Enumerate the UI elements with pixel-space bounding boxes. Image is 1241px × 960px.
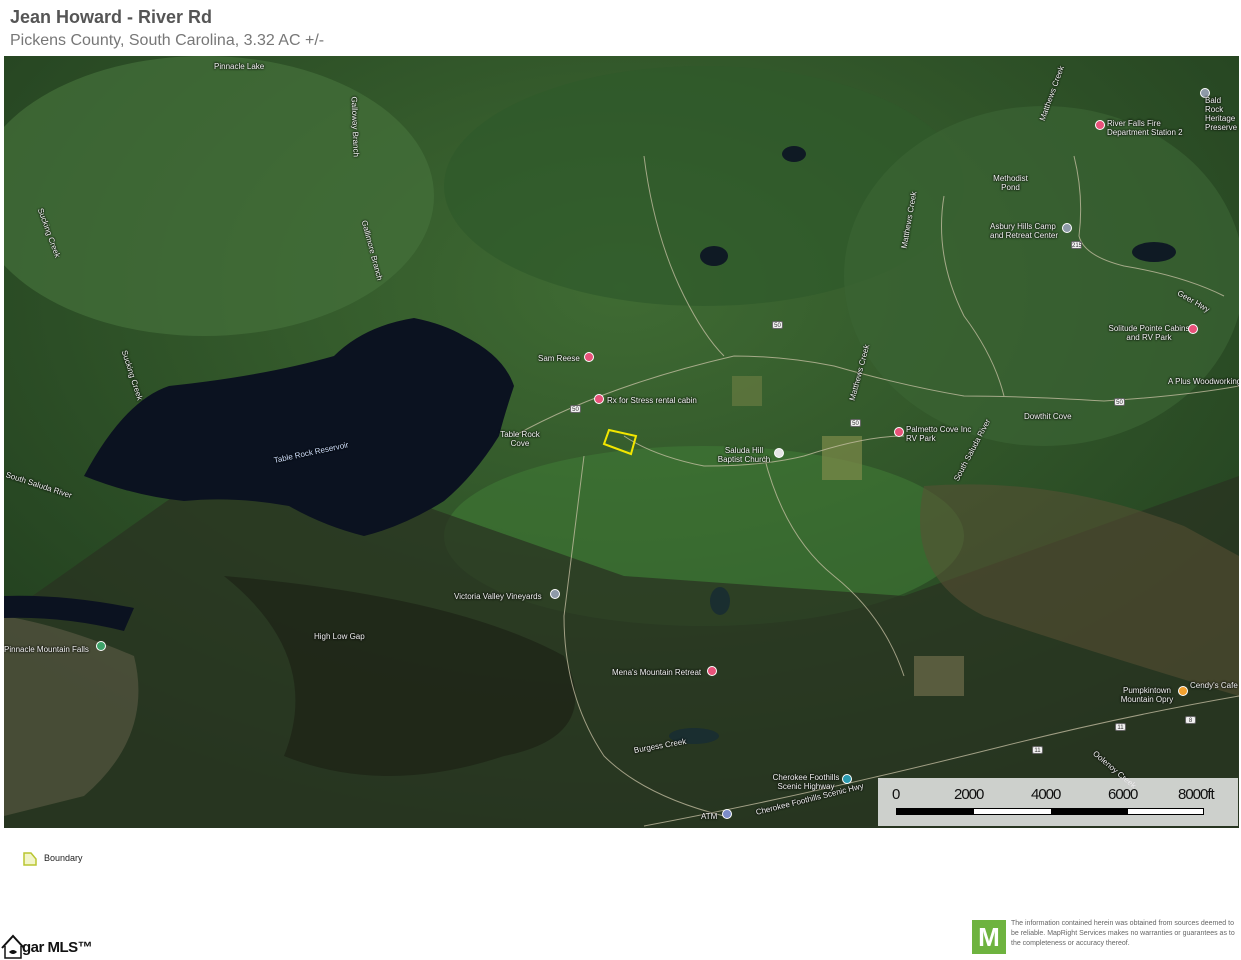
map-label-victoria-valley: Victoria Valley Vineyards: [454, 592, 542, 601]
map-label-high-low-gap: High Low Gap: [314, 632, 365, 641]
route-shield: 50: [570, 405, 581, 413]
map-label-cendys: Cendy's Cafe: [1190, 681, 1238, 690]
route-shield: 50: [772, 321, 783, 329]
pond: [782, 146, 806, 162]
mls-logo: gar MLS™: [0, 930, 100, 960]
page-subtitle: Pickens County, South Carolina, 3.32 AC …: [10, 32, 325, 49]
route-shield: 50: [1114, 398, 1125, 406]
map-label-atm: ATM: [701, 812, 718, 821]
map-label-bald-rock: Bald Rock Heritage Preserve: [1205, 96, 1238, 132]
field: [732, 376, 762, 406]
pond: [1132, 242, 1176, 262]
route-shield: 11: [1115, 723, 1126, 731]
atm-pin-icon[interactable]: [722, 809, 732, 819]
boundary-legend-label: Boundary: [44, 853, 83, 863]
page-title: Jean Howard - River Rd: [10, 7, 213, 27]
map-label-menas: Mena's Mountain Retreat: [612, 668, 702, 677]
map-label-river-falls: River Falls Fire Department Station 2: [1107, 119, 1183, 137]
lodging-pin-icon[interactable]: [707, 666, 717, 676]
route-shield: 8: [1185, 716, 1196, 724]
scale-segment: [1051, 809, 1128, 814]
scenic-pin-icon[interactable]: [842, 774, 852, 784]
scale-tick: 0: [892, 786, 900, 803]
map-label-methodist-pond: Methodist Pond: [993, 174, 1028, 192]
route-shield: 215: [1071, 241, 1083, 249]
route-shield: 11: [1032, 746, 1043, 754]
lodging-pin-icon[interactable]: [594, 394, 604, 404]
church-pin-icon[interactable]: [774, 448, 784, 458]
pond: [710, 587, 730, 615]
map-label-asbury: Asbury Hills Camp and Retreat Center: [990, 222, 1059, 240]
field: [914, 656, 964, 696]
map-label-pinnacle-lake: Pinnacle Lake: [214, 62, 265, 71]
mapright-logo: M: [972, 920, 1006, 954]
map-label-a-plus: A Plus Woodworking: [1168, 377, 1239, 386]
map-label-dowthit-cove: Dowthit Cove: [1024, 412, 1072, 421]
map-label-solitude: Solitude Pointe Cabins and RV Park: [1108, 324, 1190, 342]
field: [822, 436, 862, 480]
map-label-pinnacle-falls: Pinnacle Mountain Falls: [4, 645, 89, 654]
scale-tick: 4000: [1031, 786, 1061, 803]
map-terrain: [4, 56, 1239, 828]
route-shield: 50: [850, 419, 861, 427]
hiking-pin-icon[interactable]: [96, 641, 106, 651]
rv-park-pin-icon[interactable]: [894, 427, 904, 437]
boundary-legend-icon: [23, 852, 37, 866]
fire-station-pin-icon[interactable]: [1095, 120, 1105, 130]
page-header: Jean Howard - River Rd Pickens County, S…: [10, 6, 324, 52]
scale-tick: 2000: [954, 786, 984, 803]
satellite-map[interactable]: Pinnacle Lake Galloway Branch Gallimore …: [4, 56, 1239, 828]
map-label-pumpkintown: Pumpkintown Mountain Opry: [1120, 686, 1174, 704]
scale-tick: 8000ft: [1178, 786, 1215, 803]
rv-park-pin-icon[interactable]: [1188, 324, 1198, 334]
map-label-sam-reese: Sam Reese: [538, 354, 580, 363]
scale-bar: 0 2000 4000 6000 8000ft: [878, 778, 1238, 826]
mls-brand-text: gar MLS™: [22, 939, 93, 956]
scale-bar-graphic: [896, 808, 1204, 815]
map-label-saluda-hill: Saluda Hill Baptist Church: [717, 446, 771, 464]
scale-tick: 6000: [1108, 786, 1138, 803]
lodging-pin-icon[interactable]: [584, 352, 594, 362]
map-label-table-rock-cove: Table Rock Cove: [500, 430, 540, 448]
map-label-palmetto-cove: Palmetto Cove Inc RV Park: [906, 425, 972, 443]
place-pin-icon[interactable]: [1062, 223, 1072, 233]
pond: [700, 246, 728, 266]
venue-pin-icon[interactable]: [1178, 686, 1188, 696]
scale-segment: [897, 809, 974, 814]
disclaimer-text: The information contained herein was obt…: [1011, 920, 1235, 947]
vineyard-pin-icon[interactable]: [550, 589, 560, 599]
map-label-rx-stress: Rx for Stress rental cabin: [607, 396, 697, 405]
